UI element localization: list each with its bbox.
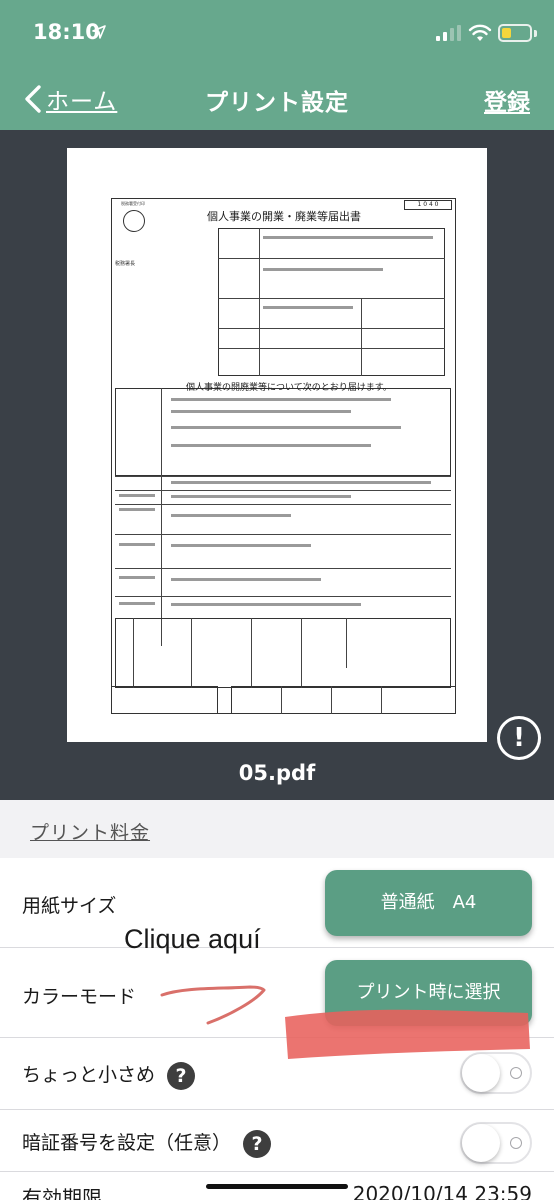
paper-size-label: 用紙サイズ <box>22 895 117 917</box>
location-arrow-icon <box>92 25 106 39</box>
annotation-text: Clique aquí <box>124 924 261 954</box>
pin-row: 暗証番号を設定（任意）? <box>0 1110 554 1172</box>
status-time: 18:10 <box>33 20 100 44</box>
doc-signature: 税務署長 <box>115 261 136 267</box>
paper-size-row: 用紙サイズ 普通紙 A4 <box>0 858 554 948</box>
home-indicator <box>206 1184 348 1189</box>
help-icon[interactable]: ? <box>243 1129 272 1158</box>
exclamation-circle-icon: ! <box>500 719 538 757</box>
pin-toggle[interactable] <box>460 1122 532 1164</box>
doc-stamp-circle <box>123 210 145 232</box>
slightly-smaller-text: ちょっと小さめ <box>22 1064 156 1086</box>
doc-form-code: 1 0 4 0 <box>404 200 452 210</box>
wifi-icon <box>468 24 492 41</box>
cell-signal-icon <box>436 25 461 41</box>
battery-cap <box>534 30 537 37</box>
annotation-arrow <box>160 985 530 1059</box>
page-title: プリント設定 <box>205 90 349 116</box>
nav-bar: ホーム プリント設定 登録 <box>0 66 554 130</box>
header: 18:10 ホーム プリント設定 登録 <box>0 0 554 130</box>
paper-size-button[interactable]: 普通紙 A4 <box>325 870 532 936</box>
pin-label: 暗証番号を設定（任意）? <box>22 1128 272 1158</box>
expiry-label: 有効期限 <box>22 1186 102 1200</box>
document-form: 税務署受付印 1 0 4 0 個人事業の開業・廃業等届出書 税務署長 個人事業の… <box>111 198 456 718</box>
battery-icon <box>498 24 532 42</box>
document-preview-area: 税務署受付印 1 0 4 0 個人事業の開業・廃業等届出書 税務署長 個人事業の… <box>0 130 554 800</box>
pin-text: 暗証番号を設定（任意） <box>22 1132 232 1154</box>
register-button[interactable]: 登録 <box>484 83 530 117</box>
document-thumbnail[interactable]: 税務署受付印 1 0 4 0 個人事業の開業・廃業等届出書 税務署長 個人事業の… <box>67 148 487 742</box>
expiry-value: 2020/10/14 23:59 <box>352 1182 532 1200</box>
print-fee-section: プリント料金 <box>0 800 554 858</box>
status-bar: 18:10 <box>0 0 554 66</box>
toggle-knob <box>462 1124 500 1162</box>
doc-subtitle: 個人事業の開廃業等について次のとおり届けます。 <box>186 383 392 393</box>
doc-title: 個人事業の開業・廃業等届出書 <box>207 210 361 223</box>
toggle-off-icon <box>510 1137 522 1149</box>
info-button[interactable]: ! <box>497 716 541 760</box>
print-fee-link[interactable]: プリント料金 <box>30 818 150 845</box>
color-mode-label: カラーモード <box>22 986 137 1008</box>
doc-stamp-label: 税務署受付印 <box>121 201 145 206</box>
form-grid-lines <box>111 198 456 718</box>
file-name: 05.pdf <box>238 761 316 785</box>
